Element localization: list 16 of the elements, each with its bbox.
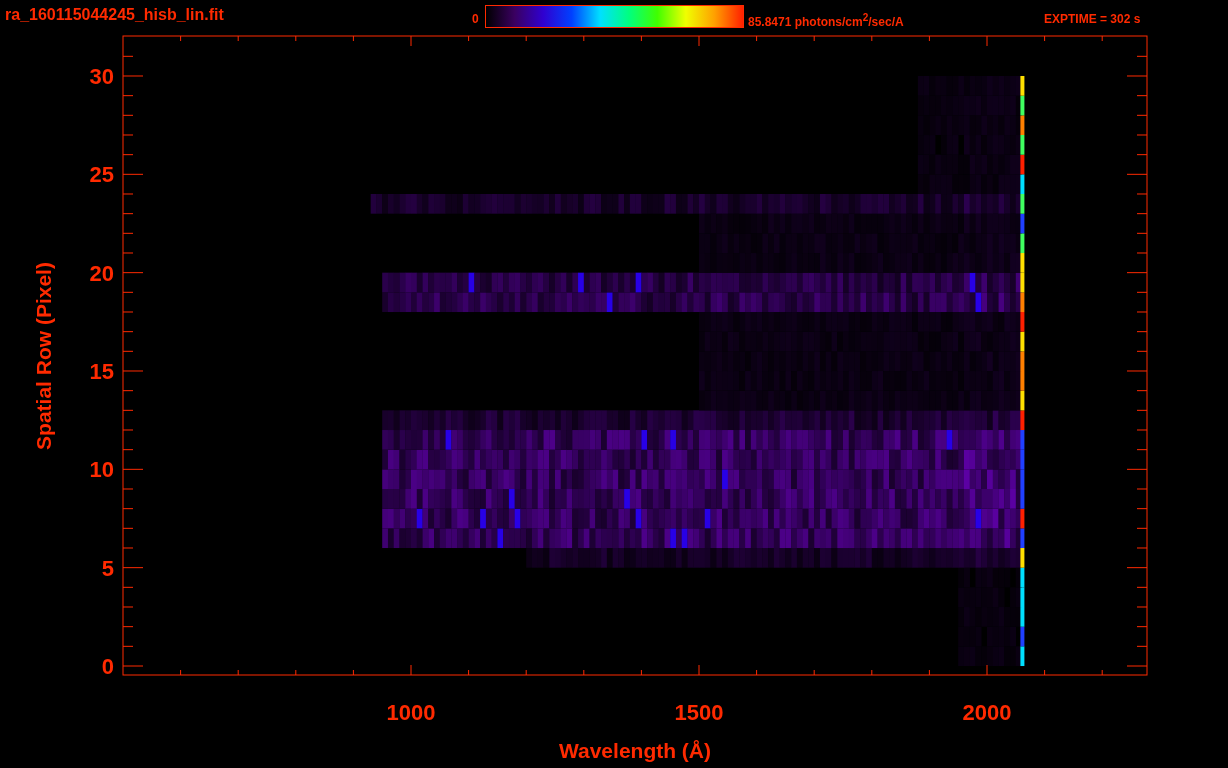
y-tick-label: 0 — [101, 654, 114, 679]
x-axis-title: Wavelength (Å) — [558, 739, 712, 762]
file-name: ra_160115044245_hisb_lin.fit — [5, 6, 224, 24]
y-tick-label: 15 — [89, 359, 114, 384]
colorbar-max-label: 85.8471 photons/cm$^{2}$/sec/A — [748, 11, 904, 29]
y-tick-label: 25 — [89, 162, 114, 188]
y-tick-label: 30 — [89, 64, 114, 89]
y-tick-label: 5 — [101, 555, 114, 581]
exposure-time: EXPTIME = 302 s — [1044, 12, 1141, 26]
x-tick-label: 2000 — [962, 700, 1012, 725]
y-tick-label: 20 — [89, 260, 114, 286]
x-tick-label: 1500 — [674, 700, 724, 725]
x-tick-label: 1000 — [386, 700, 436, 725]
y-tick-label: 10 — [89, 457, 114, 483]
colorbar-min-label: 0 — [472, 12, 479, 26]
y-axis-title: Spatial Row (Pixel) — [32, 262, 55, 450]
